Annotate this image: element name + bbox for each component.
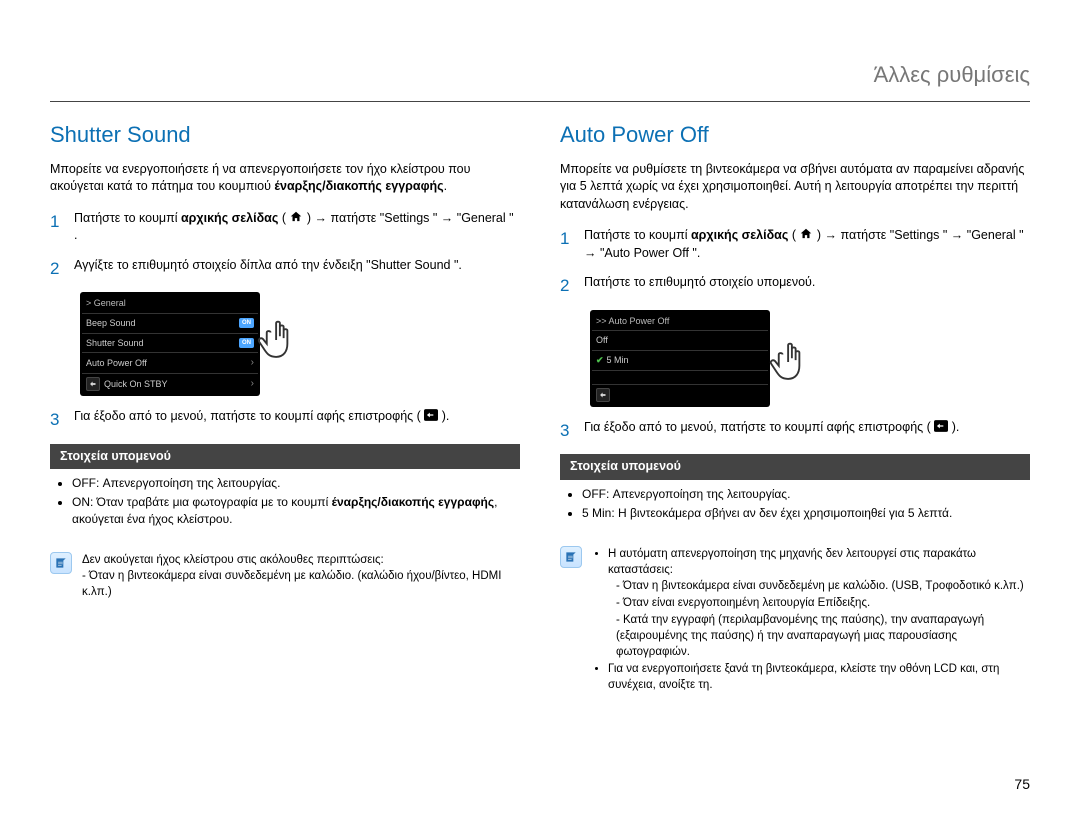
ui-label: Auto Power Off	[86, 357, 147, 370]
back-icon	[596, 388, 610, 402]
note-extra: Για να ενεργοποιήσετε ξανά τη βιντεοκάμε…	[608, 661, 1030, 693]
ui-breadcrumb: > General	[82, 296, 258, 313]
apo-intro: Μπορείτε να ρυθμίσετε τη βιντεοκάμερα να…	[560, 161, 1030, 214]
note-box: Η αυτόματη απενεργοποίηση της μηχανής δε…	[560, 546, 1030, 694]
step-number: 2	[50, 257, 64, 281]
shutter-intro: Μπορείτε να ενεργοποιήσετε ή να απενεργο…	[50, 161, 520, 196]
submenu-list: OFF: Απενεργοποίηση της λειτουργίας. 5 M…	[560, 480, 1030, 532]
step-2: 2 Αγγίξτε το επιθυμητό στοιχείο δίπλα απ…	[50, 257, 520, 281]
submenu-on: ON: Όταν τραβάτε μια φωτογραφία με το κο…	[72, 494, 520, 528]
t: Πατήστε το κουμπί	[74, 211, 181, 225]
ui-label: Beep Sound	[86, 317, 136, 330]
ui-label: Off	[596, 334, 608, 347]
note-icon	[50, 552, 72, 574]
note-item: - Όταν η βιντεοκάμερα είναι συνδεδεμένη …	[82, 568, 520, 600]
ui-row-back	[592, 384, 768, 405]
t: ).	[948, 420, 959, 434]
t: Για έξοδο από το μενού, πατήστε το κουμπ…	[74, 409, 424, 423]
submenu-5min: 5 Min: Η βιντεοκάμερα σβήνει αν δεν έχει…	[582, 505, 1030, 522]
t: ).	[438, 409, 449, 423]
step-number: 3	[50, 408, 64, 432]
step2-text: Πατήστε το επιθυμητό στοιχείο υπομενού.	[584, 274, 1030, 298]
return-icon	[934, 419, 948, 433]
note-item: - Όταν είναι ενεργοποιημένη λειτουργία Ε…	[616, 595, 1030, 611]
step-number: 1	[560, 227, 574, 262]
note-box: Δεν ακούγεται ήχος κλείστρου στις ακόλου…	[50, 552, 520, 600]
step-number: 3	[560, 419, 574, 443]
step3-text: Για έξοδο από το μενού, πατήστε το κουμπ…	[584, 419, 1030, 443]
chevron-right-icon: ›	[251, 377, 254, 391]
ui-screenshot-general: > General Beep Sound ON Shutter Sound ON…	[80, 292, 260, 396]
t: Για έξοδο από το μενού, πατήστε το κουμπ…	[584, 420, 934, 434]
submenu-off: OFF: Απενεργοποίηση της λειτουργίας.	[582, 486, 1030, 503]
step-1: 1 Πατήστε το κουμπί αρχικής σελίδας ( ) …	[560, 227, 1030, 262]
intro-bold: έναρξης/διακοπής εγγραφής	[274, 179, 443, 193]
step-number: 1	[50, 210, 64, 245]
ui-label: Shutter Sound	[86, 337, 144, 350]
note-item: - Όταν η βιντεοκάμερα είναι συνδεδεμένη …	[616, 578, 1030, 594]
step-3: 3 Για έξοδο από το μενού, πατήστε το κου…	[50, 408, 520, 432]
t: αρχικής σελίδας	[181, 211, 278, 225]
t: έναρξης/διακοπής εγγραφής	[332, 495, 495, 509]
step-1: 1 Πατήστε το κουμπί αρχικής σελίδας ( ) …	[50, 210, 520, 245]
touch-hand-icon	[248, 310, 308, 370]
page-header: Άλλες ρυθμίσεις	[50, 60, 1030, 102]
note-intro: Η αυτόματη απενεργοποίηση της μηχανής δε…	[608, 546, 1030, 578]
check-icon: ✔	[596, 354, 604, 367]
back-icon	[86, 377, 100, 391]
auto-power-off-title: Auto Power Off	[560, 120, 1030, 151]
note-group: Η αυτόματη απενεργοποίηση της μηχανής δε…	[608, 546, 1030, 661]
submenu-header: Στοιχεία υπομενού	[560, 454, 1030, 480]
t: ON: Όταν τραβάτε μια φωτογραφία με το κο…	[72, 495, 332, 509]
submenu-header: Στοιχεία υπομενού	[50, 444, 520, 470]
note-text: Η αυτόματη απενεργοποίηση της μηχανής δε…	[592, 546, 1030, 694]
ui-label: 5 Min	[607, 354, 629, 367]
ui-row-5min: ✔ 5 Min	[592, 350, 768, 370]
t: Πατήστε το κουμπί	[584, 228, 691, 242]
step-3: 3 Για έξοδο από το μενού, πατήστε το κου…	[560, 419, 1030, 443]
left-column: Shutter Sound Μπορείτε να ενεργοποιήσετε…	[50, 120, 520, 694]
home-icon	[799, 227, 813, 241]
t: αρχικής σελίδας	[691, 228, 788, 242]
note-item: - Κατά την εγγραφή (περιλαμβανομένης της…	[616, 612, 1030, 660]
submenu-list: OFF: Απενεργοποίηση της λειτουργίας. ON:…	[50, 469, 520, 537]
step3-text: Για έξοδο από το μενού, πατήστε το κουμπ…	[74, 408, 520, 432]
ui-row-shutter: Shutter Sound ON	[82, 333, 258, 353]
ui-screenshot-autopoweroff: >> Auto Power Off Off ✔ 5 Min	[590, 310, 770, 407]
submenu-off: OFF: Απενεργοποίηση της λειτουργίας.	[72, 475, 520, 492]
ui-row-quickon: Quick On STBY ›	[82, 373, 258, 394]
note-icon	[560, 546, 582, 568]
touch-hand-icon	[760, 332, 820, 392]
step-number: 2	[560, 274, 574, 298]
step1-text: Πατήστε το κουμπί αρχικής σελίδας ( ) → …	[584, 227, 1030, 262]
ui-breadcrumb: >> Auto Power Off	[592, 314, 768, 331]
step1-text: Πατήστε το κουμπί αρχικής σελίδας ( ) → …	[74, 210, 520, 245]
ui-row-autopower: Auto Power Off ›	[82, 352, 258, 373]
t: (	[788, 228, 799, 242]
page-number: 75	[1014, 775, 1030, 795]
t: (	[278, 211, 289, 225]
intro-post: .	[444, 179, 447, 193]
ui-row-beep: Beep Sound ON	[82, 313, 258, 333]
note-text: Δεν ακούγεται ήχος κλείστρου στις ακόλου…	[82, 552, 520, 600]
ui-row-off: Off	[592, 330, 768, 350]
note-intro: Δεν ακούγεται ήχος κλείστρου στις ακόλου…	[82, 552, 520, 568]
shutter-sound-title: Shutter Sound	[50, 120, 520, 151]
ui-label: Quick On STBY	[104, 378, 168, 391]
home-icon	[289, 210, 303, 224]
step2-text: Αγγίξτε το επιθυμητό στοιχείο δίπλα από …	[74, 257, 520, 281]
ui-row-empty	[592, 370, 768, 384]
right-column: Auto Power Off Μπορείτε να ρυθμίσετε τη …	[560, 120, 1030, 694]
step-2: 2 Πατήστε το επιθυμητό στοιχείο υπομενού…	[560, 274, 1030, 298]
return-icon	[424, 408, 438, 422]
